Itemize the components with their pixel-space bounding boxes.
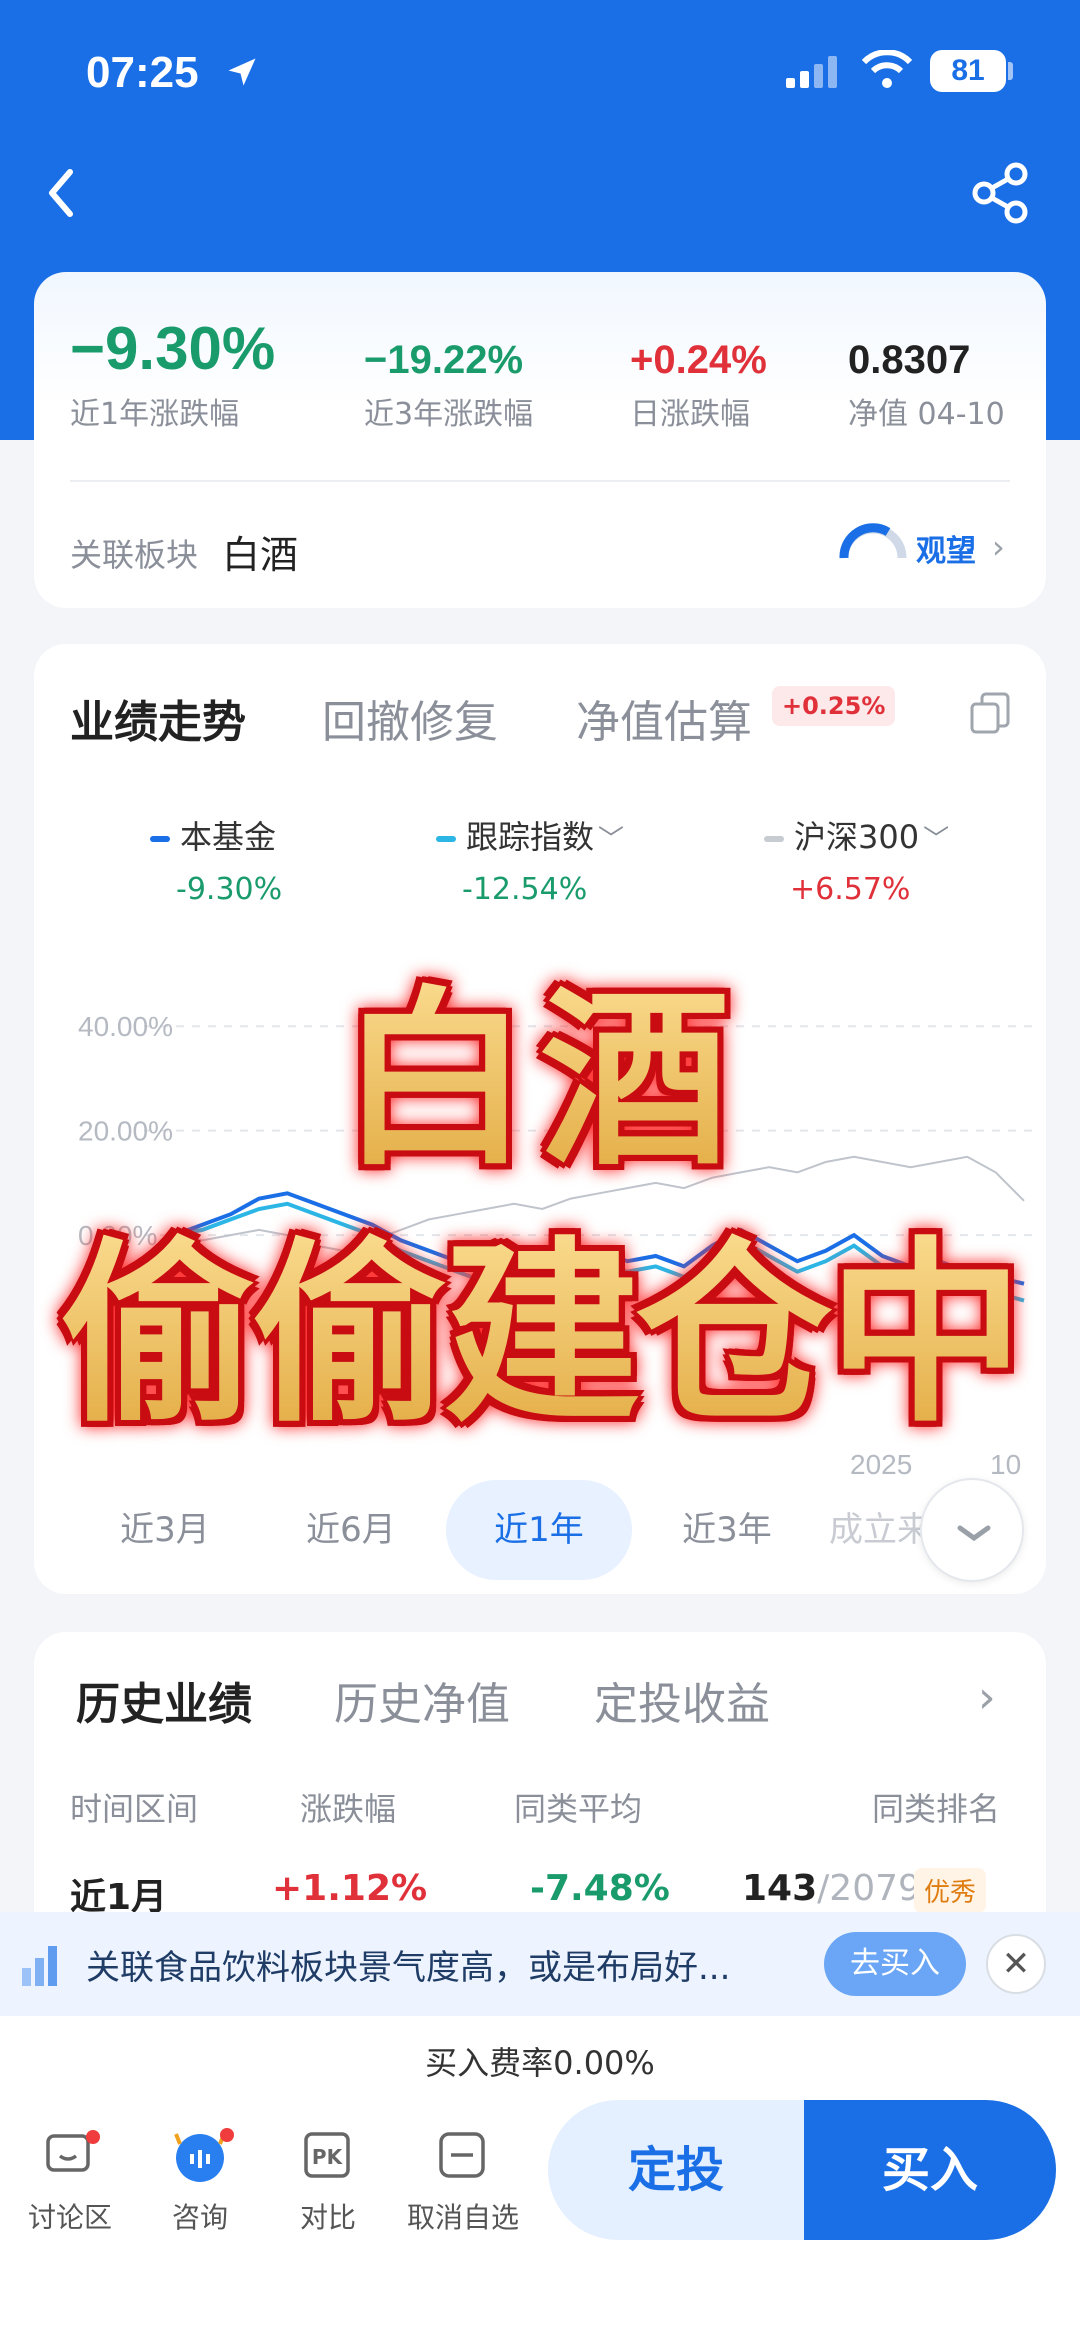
nav-remove-watchlist[interactable]: 取消自选: [398, 2126, 528, 2236]
wifi-icon: [862, 50, 912, 88]
row-avg: -7.48%: [530, 1868, 670, 1909]
rank-badge: 优秀: [914, 1868, 987, 1913]
svg-text:PK: PK: [312, 2145, 344, 2169]
nav-remove-watchlist-label: 取消自选: [406, 2201, 519, 2234]
nav-consult[interactable]: 咨询: [140, 2126, 260, 2236]
col-category-avg: 同类平均: [514, 1790, 643, 1828]
chevron-right-icon[interactable]: ›: [992, 528, 1005, 566]
notification-dot: [86, 2130, 100, 2144]
promo-overlay-subtitle: 偷偷建仓中: [0, 1176, 1080, 1449]
promo-overlay-title: 白酒: [0, 926, 1080, 1191]
promo-text[interactable]: 关联食品饮料板块景气度高，或是布局好...: [86, 1940, 730, 1989]
pk-compare-icon: PK: [304, 2132, 350, 2178]
share-icon[interactable]: [970, 158, 1034, 228]
col-change: 涨跌幅: [300, 1790, 397, 1828]
tab-drawdown-recovery[interactable]: 回撤修复: [322, 686, 498, 750]
related-sector-label: 关联板块: [70, 536, 199, 574]
legend-tracking-index[interactable]: 跟踪指数 ﹀ -12.54%: [436, 812, 624, 907]
related-sector-name[interactable]: 白酒: [222, 524, 298, 579]
legend-csi300-swatch: [764, 836, 784, 842]
metric-daily-label: 日涨跌幅: [630, 397, 750, 432]
col-category-rank: 同类排名: [872, 1790, 1001, 1828]
nav-compare-label: 对比: [299, 2201, 356, 2234]
metric-daily: +0.24% 日涨跌幅: [630, 338, 767, 433]
metric-nav-value: 0.8307: [848, 338, 971, 382]
nav-discussion-label: 讨论区: [27, 2201, 112, 2234]
range-6m[interactable]: 近6月: [258, 1480, 444, 1580]
tab-history-performance[interactable]: 历史业绩: [76, 1668, 252, 1732]
range-3m[interactable]: 近3月: [72, 1480, 258, 1580]
chevron-down-icon: ﹀: [923, 825, 950, 855]
nav-consult-label: 咨询: [171, 2201, 228, 2234]
notification-dot: [220, 2128, 234, 2142]
purchase-fee: 买入费率0.00%: [425, 2044, 655, 2082]
row-rank: 143/2079: [742, 1868, 921, 1909]
legend-fund-value: -9.30%: [176, 872, 283, 907]
expand-ranges-button[interactable]: [920, 1478, 1024, 1582]
back-arrow-icon[interactable]: [38, 158, 88, 228]
chevron-down-icon: [957, 1525, 991, 1542]
remove-watchlist-icon: [439, 2132, 485, 2178]
legend-fund-name: 本基金: [180, 818, 277, 856]
range-1y[interactable]: 近1年: [446, 1480, 632, 1580]
metric-nav-label: 净值 04-10: [848, 397, 1005, 432]
overlay-subtitle-text: 偷偷建仓中: [60, 1176, 1024, 1459]
metric-3year-value: −19.22%: [364, 338, 524, 382]
legend-tracking-name: 跟踪指数: [466, 818, 595, 856]
legend-tracking-swatch: [436, 836, 456, 842]
tab-performance[interactable]: 业绩走势: [70, 686, 246, 750]
rank-total: /2079: [817, 1868, 921, 1909]
metric-3year-label: 近3年涨跌幅: [364, 397, 534, 432]
overlay-title-text: 白酒: [340, 926, 740, 1201]
legend-csi300[interactable]: 沪深300 ﹀ +6.57%: [764, 812, 949, 907]
divider: [70, 480, 1010, 482]
row-change: +1.12%: [272, 1868, 428, 1909]
tab-history-nav[interactable]: 历史净值: [334, 1668, 510, 1732]
fund-metrics-card: −9.30% 近1年涨跌幅 −19.22% 近3年涨跌幅 +0.24% 日涨跌幅…: [34, 272, 1046, 608]
tab-nav-estimate[interactable]: 净值估算: [576, 686, 752, 750]
status-bar: 07:25 81: [0, 0, 1080, 140]
promo-banner[interactable]: 关联食品饮料板块景气度高，或是布局好... 去买入 ✕: [0, 1912, 1080, 2016]
col-period: 时间区间: [70, 1790, 199, 1828]
legend-tracking-value: -12.54%: [462, 872, 588, 907]
go-buy-button[interactable]: 去买入: [824, 1932, 966, 1996]
battery-tip: [1008, 62, 1013, 80]
nav-compare[interactable]: PK 对比: [268, 2126, 388, 2236]
bottom-action-bar: 买入费率0.00% 讨论区 咨询 PK 对比 取消自选 定投 买入: [0, 2016, 1080, 2337]
legend-csi300-name: 沪深300: [794, 818, 920, 856]
cellular-signal-icon: [786, 56, 837, 88]
legend-fund-swatch: [150, 836, 170, 842]
metric-3year: −19.22% 近3年涨跌幅: [364, 338, 533, 433]
time-range-selector: 近3月 近6月 近1年 近3年 成立来: [34, 1470, 1046, 1582]
nav-discussion[interactable]: 讨论区: [10, 2126, 130, 2236]
sentiment-label[interactable]: 观望: [916, 526, 976, 570]
legend-csi300-value: +6.57%: [790, 872, 911, 907]
metric-1year: −9.30% 近1年涨跌幅: [70, 314, 275, 433]
sip-button[interactable]: 定投: [548, 2100, 804, 2240]
close-icon[interactable]: ✕: [986, 1934, 1046, 1994]
metric-1year-value: −9.30%: [70, 315, 276, 382]
tab-sip-returns[interactable]: 定投收益: [594, 1668, 770, 1732]
buy-button[interactable]: 买入: [804, 2100, 1056, 2240]
metric-daily-value: +0.24%: [630, 338, 767, 382]
metric-nav: 0.8307 净值 04-10: [848, 338, 1005, 433]
metric-1year-label: 近1年涨跌幅: [70, 397, 240, 432]
sentiment-gauge-icon[interactable]: [838, 522, 908, 562]
chevron-down-icon: ﹀: [598, 825, 625, 855]
battery-indicator: 81: [930, 50, 1006, 92]
estimate-badge: +0.25%: [772, 686, 896, 726]
chevron-right-icon[interactable]: ›: [978, 1672, 996, 1723]
range-3y[interactable]: 近3年: [634, 1480, 820, 1580]
clock: 07:25: [86, 48, 199, 97]
legend-fund[interactable]: 本基金 -9.30%: [150, 812, 282, 907]
rank-value: 143: [742, 1868, 818, 1909]
copy-icon[interactable]: [968, 690, 1014, 736]
bar-chart-icon: [22, 1946, 57, 1986]
location-arrow-icon: [228, 58, 256, 86]
